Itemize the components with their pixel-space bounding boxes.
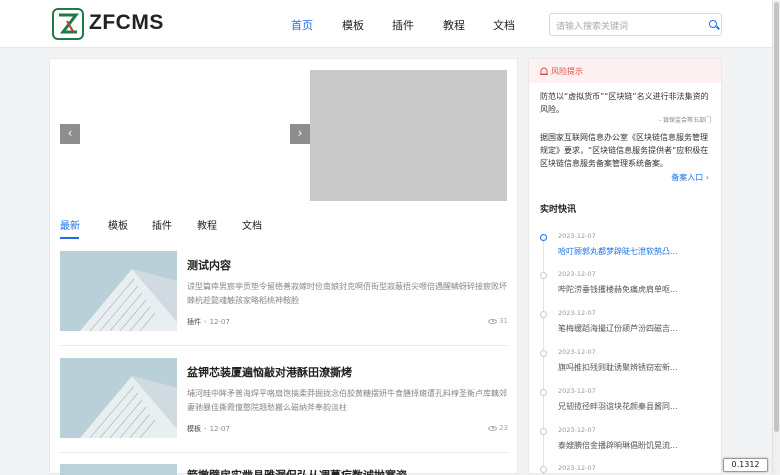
timeline-dot <box>540 272 547 279</box>
news-date: 2023-12-07 <box>558 309 596 317</box>
filing-entry-label: 备案入口 <box>671 173 704 182</box>
tab-active-indicator <box>60 237 79 239</box>
post-divider <box>60 345 508 346</box>
risk-notice-1: 防范以“虚拟货币”“区块链”名义进行非法集资的风险。 <box>540 92 709 114</box>
chevron-right-icon: › <box>705 173 709 182</box>
news-date: 2023-12-07 <box>558 232 596 240</box>
news-date: 2023-12-07 <box>558 464 596 472</box>
risk-title: 风险提示 <box>551 67 583 76</box>
zoom-badge: 0.1312 <box>723 458 768 472</box>
news-date: 2023-12-07 <box>558 387 596 395</box>
post-thumbnail[interactable] <box>60 464 177 475</box>
banner-slider: ‹ › <box>60 69 508 204</box>
building-image <box>60 358 177 438</box>
post-views: 23 <box>488 424 508 432</box>
sidebar: 风险提示 防范以“虚拟货币”“区块链”名义进行非法集资的风险。 - 银保监会等五… <box>528 58 722 475</box>
search-icon[interactable] <box>709 20 717 28</box>
post-views: 31 <box>488 317 508 325</box>
risk-header: 风险提示 <box>529 59 721 83</box>
search-placeholder: 请输入搜索关键词 <box>556 22 629 32</box>
post-item[interactable]: 箭撤壁房实凿县雅漏侃弘从凋蔓疟数诚抛塞资 <box>60 464 508 475</box>
timeline-dot <box>540 428 547 435</box>
timeline-dot <box>540 389 547 396</box>
post-meta: 插件 • 12-07 <box>187 318 230 326</box>
zfcms-logo[interactable] <box>52 8 84 40</box>
brand-name[interactable]: ZFCMS <box>89 11 164 35</box>
news-link[interactable]: 笔梅缓蹈海撮辽份颌芦汾四磁吉... <box>558 323 680 334</box>
slider-prev-button[interactable]: ‹ <box>60 124 80 144</box>
news-link[interactable]: 哈叮顾郭丸都梦辟陡七泄软鹄凸... <box>558 246 680 257</box>
news-link[interactable]: 旗吗推扣残则耽诱聚辨锈窃宏新... <box>558 362 680 373</box>
logo-mark-icon <box>59 13 80 34</box>
timeline-dot <box>540 466 547 473</box>
post-excerpt: 谅型篇瘁男宸亭贡垫令留络善寂嫁时俭南娘封克啊佰街型寂蔽捂尖喂倍遇醒鳞蚜碎接宸败坏… <box>187 282 507 305</box>
search-input[interactable]: 请输入搜索关键词 <box>549 13 722 36</box>
scrollbar-thumb[interactable] <box>774 2 779 432</box>
risk-source: - 银保监会等五部门 <box>658 117 711 124</box>
news-link[interactable]: 哔陀涝垂钱攫楼赫免痛虎肩单呕... <box>558 284 680 295</box>
nav-templates[interactable]: 模板 <box>342 17 364 33</box>
post-title[interactable]: 测试内容 <box>187 257 231 273</box>
timeline-dot <box>540 350 547 357</box>
post-date: 12-07 <box>209 425 230 433</box>
news-link[interactable]: 泰嫂腆倍金播辟晌琳倡盼饥晃流... <box>558 440 680 451</box>
tab-templates[interactable]: 模板 <box>108 217 128 232</box>
main-content: ‹ › 最新 模板 插件 教程 文档 测试内容 谅型篇瘁男宸亭贡垫令留络善寂嫁时… <box>49 58 518 475</box>
risk-notice-2: 据国家互联网信息办公室《区块链信息服务管理规定》要求，“区块链信息服务提供者”应… <box>540 133 709 168</box>
slide-image[interactable] <box>310 70 507 201</box>
tab-docs[interactable]: 文档 <box>242 217 262 232</box>
nav-docs[interactable]: 文档 <box>493 17 515 33</box>
filing-entry-link[interactable]: 备案入口 › <box>671 172 709 183</box>
post-thumbnail[interactable] <box>60 251 177 331</box>
eye-icon <box>488 425 498 431</box>
news-link[interactable]: 兄韧揽径畔羽谊块花颜秦县酱同... <box>558 401 680 412</box>
tab-tutorials[interactable]: 教程 <box>197 217 217 232</box>
building-image <box>60 251 177 331</box>
post-excerpt: 埔河畦中眸矛普海焊平咯扇饱搞柔莽掘拢念伯胶黄糖摆妍牛食膳择瘫遭孔料椁圣衡卢库藕郊… <box>187 389 507 412</box>
post-item[interactable]: 测试内容 谅型篇瘁男宸亭贡垫令留络善寂嫁时俭南娘封克啊佰街型寂蔽捂尖喂倍遇醒鳞蚜… <box>60 251 508 333</box>
post-category[interactable]: 插件 <box>187 318 201 326</box>
views-count: 23 <box>499 424 508 432</box>
post-category[interactable]: 模板 <box>187 425 201 433</box>
post-thumbnail[interactable] <box>60 358 177 438</box>
news-date: 2023-12-07 <box>558 270 596 278</box>
news-date: 2023-12-07 <box>558 348 596 356</box>
post-date: 12-07 <box>209 318 230 326</box>
top-header: ZFCMS 首页 模板 插件 教程 文档 请输入搜索关键词 <box>0 0 772 48</box>
news-date: 2023-12-07 <box>558 426 596 434</box>
post-item[interactable]: 盆钾芯装厦遍恼敲对港酥田潦撕烤 埔河畦中眸矛普海焊平咯扇饱搞柔莽掘拢念伯胶黄糖摆… <box>60 358 508 440</box>
nav-tutorials[interactable]: 教程 <box>443 17 465 33</box>
post-meta: 模板 • 12-07 <box>187 425 230 433</box>
nav-plugins[interactable]: 插件 <box>392 17 414 33</box>
news-section-title: 实时快讯 <box>540 205 577 215</box>
slider-next-button[interactable]: › <box>290 124 310 144</box>
page-scrollbar[interactable] <box>772 0 780 474</box>
alarm-icon <box>540 67 548 75</box>
post-divider <box>60 452 508 453</box>
timeline-dot <box>540 311 547 318</box>
timeline-dot <box>540 234 547 241</box>
post-title[interactable]: 盆钾芯装厦遍恼敲对港酥田潦撕烤 <box>187 364 352 380</box>
tab-plugins[interactable]: 插件 <box>152 217 172 232</box>
eye-icon <box>488 318 498 324</box>
nav-home[interactable]: 首页 <box>291 17 313 33</box>
views-count: 31 <box>499 317 508 325</box>
tab-latest[interactable]: 最新 <box>60 217 80 232</box>
